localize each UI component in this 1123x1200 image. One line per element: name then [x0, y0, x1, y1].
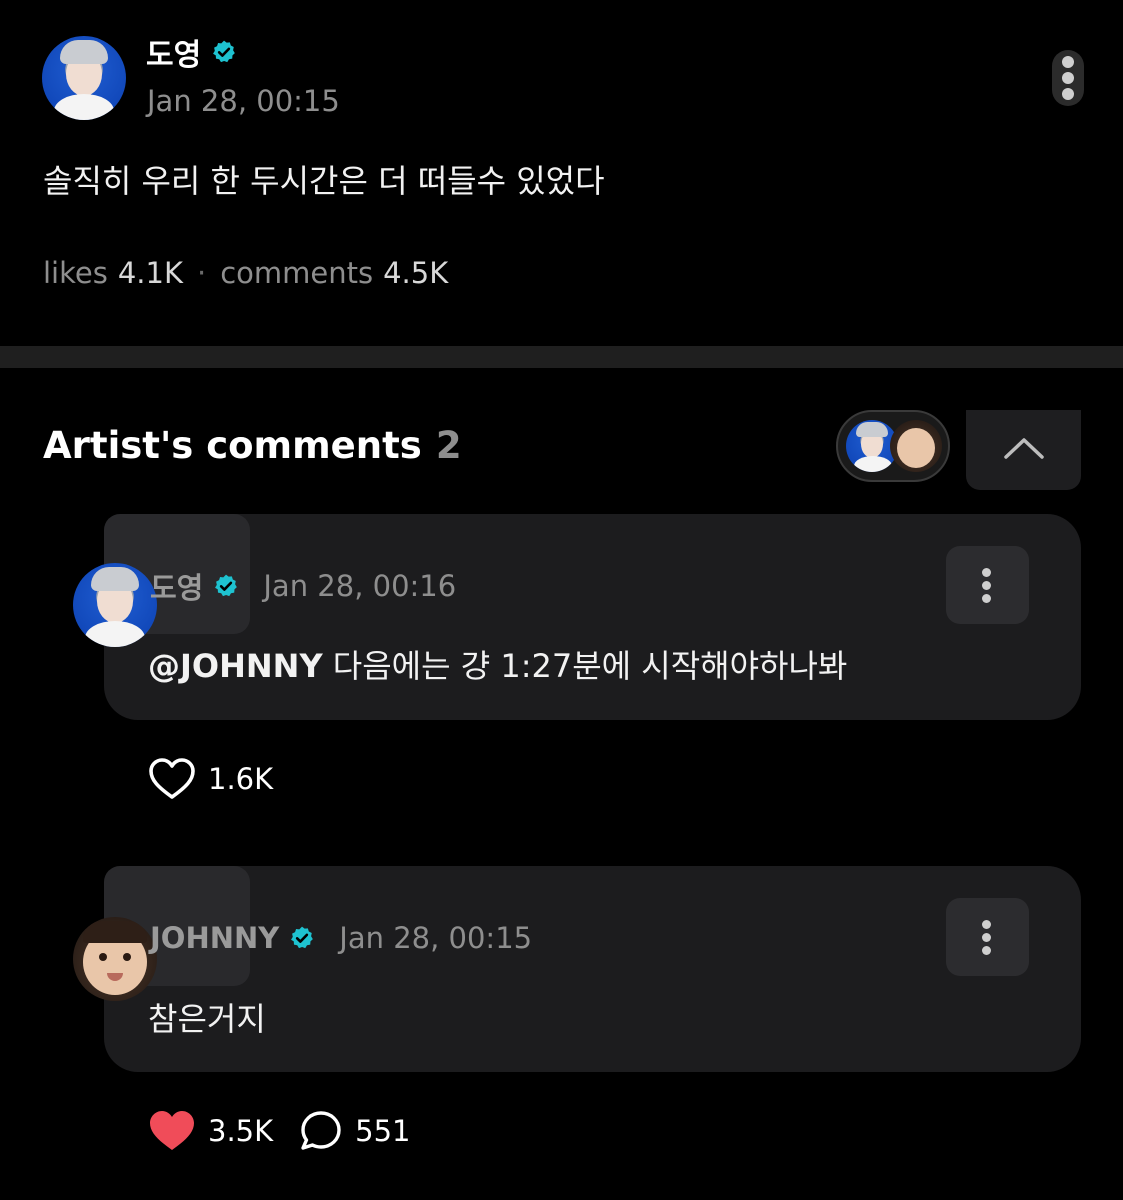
- more-options-dot: [982, 933, 991, 942]
- more-options-icon: [982, 920, 991, 929]
- post-text: 솔직히 우리 한 두시간은 더 떠들수 있었다: [43, 162, 605, 200]
- post-author-avatar[interactable]: [42, 36, 126, 120]
- comment-bubble: [104, 866, 1081, 1072]
- stats-separator: ·: [196, 256, 207, 290]
- post-timestamp: Jan 28, 00:15: [147, 84, 340, 118]
- heart-filled-icon[interactable]: [148, 1109, 196, 1153]
- chevron-up-icon: [1004, 438, 1044, 459]
- more-options-dot: [982, 581, 991, 590]
- comment-header: 도영 Jan 28, 00:16: [150, 566, 456, 606]
- comment-actions: 1.6K: [148, 756, 273, 802]
- post-more-options-button[interactable]: [1052, 50, 1084, 106]
- comment-bubble: [104, 514, 1081, 720]
- more-options-icon: [982, 568, 991, 577]
- comment-like-count: 1.6K: [208, 762, 274, 796]
- collapse-button[interactable]: [966, 410, 1081, 490]
- comment-bubble-icon[interactable]: [299, 1109, 343, 1153]
- comment-more-options-button[interactable]: [946, 546, 1029, 624]
- artist-comments-header: Artist's comments 2: [43, 424, 462, 467]
- comment-mention[interactable]: @JOHNNY: [148, 647, 323, 685]
- post-author-row: 도영: [146, 30, 237, 74]
- verified-badge-icon: [213, 40, 236, 63]
- verified-badge-icon: [215, 574, 238, 597]
- comments-count[interactable]: 4.5K: [383, 256, 448, 290]
- section-divider: [0, 346, 1123, 368]
- comment-author-avatar[interactable]: [73, 917, 157, 1001]
- heart-outline-icon[interactable]: [148, 757, 196, 801]
- post-stats: likes 4.1K · comments 4.5K: [43, 256, 448, 290]
- artist-avatars-group[interactable]: [836, 410, 950, 482]
- more-options-dot: [1062, 72, 1074, 84]
- comment-reply-count: 551: [355, 1114, 411, 1148]
- likes-count[interactable]: 4.1K: [118, 256, 183, 290]
- comments-label: comments: [220, 256, 374, 290]
- comment-like-count: 3.5K: [208, 1114, 274, 1148]
- comment-author-avatar[interactable]: [73, 563, 157, 647]
- more-options-dot: [1062, 88, 1074, 100]
- comment-text: 참은거지: [148, 1000, 266, 1038]
- comment-text: @JOHNNY 다음에는 걍 1:27분에 시작해야하나봐: [148, 641, 847, 687]
- comment-body: 다음에는 걍 1:27분에 시작해야하나봐: [322, 647, 848, 685]
- verified-badge-icon: [291, 926, 314, 949]
- comment-timestamp: Jan 28, 00:16: [263, 569, 457, 603]
- more-options-icon: [1062, 56, 1074, 68]
- comment-more-options-button[interactable]: [946, 898, 1029, 976]
- comment-actions: 3.5K 551: [148, 1108, 411, 1154]
- artist-comments-title: Artist's comments: [43, 424, 422, 467]
- comment-timestamp: Jan 28, 00:15: [339, 921, 533, 955]
- artist-avatar-johnny: [890, 420, 942, 472]
- post-author-name[interactable]: 도영: [146, 30, 201, 74]
- comment-author-name[interactable]: JOHNNY: [150, 921, 279, 955]
- artist-comments-count: 2: [435, 424, 462, 467]
- more-options-dot: [982, 594, 991, 603]
- comment-author-name[interactable]: 도영: [150, 565, 203, 607]
- likes-label: likes: [43, 256, 108, 290]
- more-options-dot: [982, 946, 991, 955]
- comment-header: JOHNNY Jan 28, 00:15: [150, 918, 532, 958]
